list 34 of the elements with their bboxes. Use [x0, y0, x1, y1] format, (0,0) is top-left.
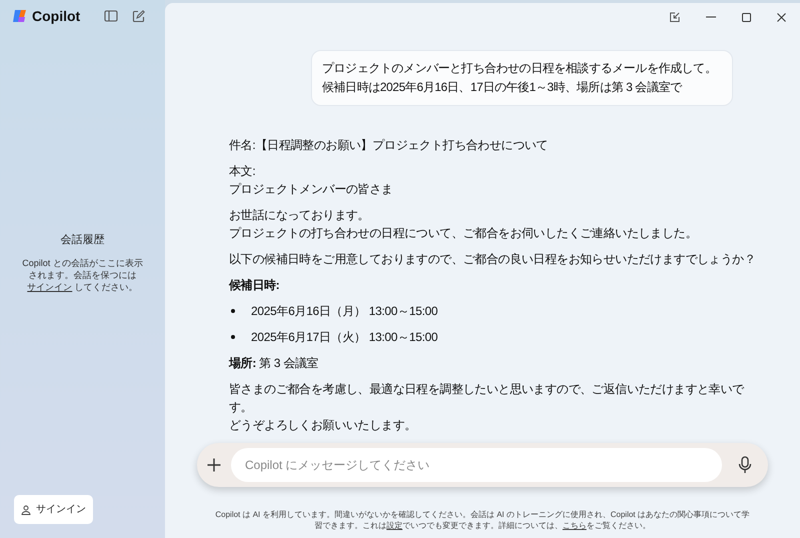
person-icon: [21, 504, 31, 514]
plus-icon[interactable]: [207, 458, 221, 472]
section-heading: 候補日時:: [229, 277, 280, 294]
copilot-logo-icon: [12, 8, 28, 24]
response-line: プロジェクトメンバーの皆さま: [229, 181, 394, 198]
history-note: Copilot との会話がここに表示されます。会話を保つには サインイン してください。: [21, 256, 144, 292]
disclaimer-text: Copilot は AI を利用しています。間違いがないかを確認してください。会話は AI のトレーニングに使用され、Copilot はあなたの関心事項について学習できます。これは設定でいつでも変更できます。詳細については、こちら をご覧ください。: [214, 509, 751, 531]
pop-in-icon[interactable]: [669, 12, 680, 22]
response-line: 本文:: [229, 163, 256, 180]
response-line: プロジェクトの打ち合わせの日程について、ご都合をお伺いしたくご連絡いたしました。: [229, 225, 698, 242]
user-message: プロジェクトのメンバーと打ち合わせの日程を相談するメールを作成して。候補日時は2025年6月16日、17日の午後1～3時、場所は第 3 会議室で: [311, 50, 733, 106]
bullet-icon: [231, 309, 235, 313]
inline-link[interactable]: 設定: [386, 521, 402, 530]
microphone-icon[interactable]: [738, 456, 752, 474]
response-line: お世話になっております。: [229, 207, 370, 224]
maximize-icon[interactable]: [742, 12, 751, 22]
minimize-icon[interactable]: [706, 16, 716, 18]
history-title: 会話履歴: [60, 233, 104, 248]
response-line: 場所: 第 3 会議室: [229, 355, 320, 372]
response-line: 以下の候補日時をご用意しておりますので、ご都合の良い日程をお知らせいただけますでしょうか？: [229, 251, 757, 268]
list-item: 2025年6月16日（月） 13:00～15:00: [251, 303, 438, 320]
response-line: 皆さまのご都合を考慮し、最適な日程を調整したいと思いますので、ご返信いただけますと幸いです。: [229, 381, 746, 416]
list-item: 2025年6月17日（火） 13:00～15:00: [251, 329, 438, 346]
sidebar-toggle-icon[interactable]: [104, 10, 118, 22]
signin-button[interactable]: サインイン: [14, 495, 93, 524]
response-line: どうぞよろしくお願いいたします。: [229, 417, 418, 434]
app-name: Copilot: [32, 6, 80, 26]
inline-link[interactable]: こちら: [562, 521, 586, 530]
close-icon[interactable]: [777, 12, 786, 22]
response-line: 件名:【日程調整のお願い】プロジェクト打ち合わせについて: [229, 137, 549, 154]
message-input[interactable]: Copilot にメッセージしてください: [231, 448, 722, 482]
bullet-icon: [231, 335, 235, 339]
new-chat-icon[interactable]: [132, 10, 145, 22]
inline-link[interactable]: サインイン: [27, 282, 72, 292]
